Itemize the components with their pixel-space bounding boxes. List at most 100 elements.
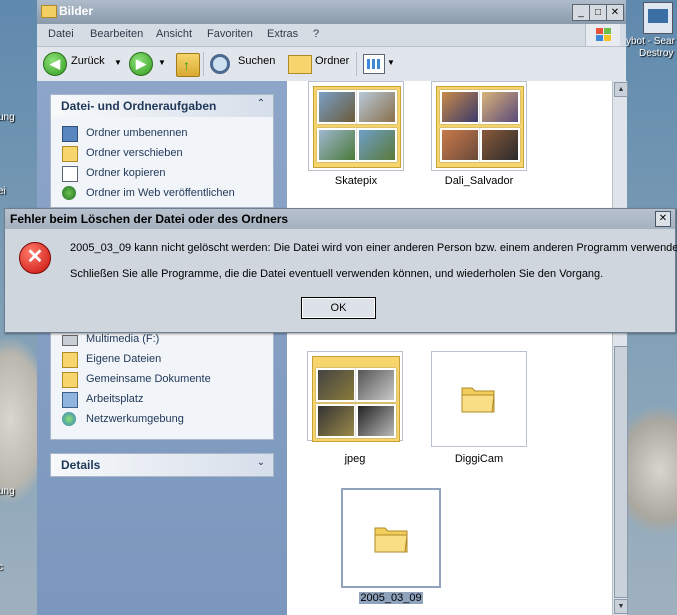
desktop-label-fragment[interactable]: ung	[0, 486, 15, 497]
maximize-button[interactable]: □	[589, 4, 607, 21]
dialog-title-bar[interactable]: Fehler beim Löschen der Datei oder des O…	[5, 209, 675, 229]
menu-bar: Datei Bearbeiten Ansicht Favoriten Extra…	[37, 24, 626, 47]
folders-icon[interactable]	[288, 55, 312, 74]
search-button[interactable]: Suchen	[238, 55, 275, 67]
desktop-label-fragment[interactable]: ei	[0, 186, 6, 197]
desktop-icon-label[interactable]: ybot - Sear	[626, 36, 675, 47]
menu-favoriten[interactable]: Favoriten	[207, 28, 253, 40]
copy-folder-icon	[62, 166, 78, 182]
folder-thumbnail	[308, 81, 404, 171]
desktop-icon-label-line2[interactable]: Destroy	[639, 48, 673, 59]
thumbnail-photo	[357, 128, 397, 162]
computer-icon	[62, 392, 78, 408]
folder-skatepix[interactable]: Skatepix	[308, 81, 404, 189]
toolbar: ◀ Zurück ▼ ▶ ▼ ↑ Suchen Ordner ▼	[37, 47, 626, 82]
drive-icon	[62, 335, 78, 346]
dialog-message-line1: 2005_03_09 kann nicht gelöscht werden: D…	[70, 242, 677, 254]
details-header[interactable]: Details ⌄	[50, 453, 274, 477]
thumbnail-photo	[356, 368, 396, 402]
thumbnail-photo	[317, 90, 357, 124]
folder-jpeg[interactable]: jpeg	[307, 351, 403, 467]
scrollbar-thumb[interactable]	[614, 346, 628, 598]
folder-thumbnail	[431, 351, 527, 447]
folder-thumbnail	[307, 351, 403, 442]
folder-2005-03-09[interactable]: 2005_03_09	[341, 488, 441, 608]
error-dialog: Fehler beim Löschen der Datei oder des O…	[4, 208, 677, 333]
thumbnail-photo	[316, 368, 356, 402]
forward-dropdown-icon[interactable]: ▼	[158, 58, 166, 67]
task-label: Ordner kopieren	[86, 167, 166, 179]
thumbnail-photo	[317, 128, 357, 162]
windows-logo-icon	[585, 24, 620, 46]
menu-extras[interactable]: Extras	[267, 28, 298, 40]
globe-icon	[62, 186, 76, 200]
details-title: Details	[61, 458, 101, 472]
task-label: Ordner verschieben	[86, 147, 183, 159]
folders-button[interactable]: Ordner	[315, 55, 349, 67]
title-bar[interactable]: Bilder _ □ ✕	[37, 0, 626, 24]
dialog-message-line2: Schließen Sie alle Programme, die die Da…	[70, 268, 604, 280]
folder-content-area: Skatepix Dali_Salvador jpeg DiggiCam 200…	[287, 81, 612, 615]
close-button[interactable]: ✕	[606, 4, 624, 21]
dialog-close-button[interactable]: ✕	[655, 211, 671, 227]
search-icon[interactable]	[210, 54, 230, 74]
menu-ansicht[interactable]: Ansicht	[156, 28, 192, 40]
error-icon: ✕	[19, 242, 51, 274]
thumbnail-photo	[480, 128, 520, 162]
window-title: Bilder	[59, 4, 94, 18]
ok-button[interactable]: OK	[301, 297, 376, 319]
rename-icon	[62, 126, 78, 142]
folder-up-icon[interactable]: ↑	[176, 53, 200, 77]
menu-datei[interactable]: Datei	[48, 28, 74, 40]
folder-dali-salvador[interactable]: Dali_Salvador	[431, 81, 527, 189]
thumbnail-photo	[440, 90, 480, 124]
dialog-title: Fehler beim Löschen der Datei oder des O…	[10, 212, 289, 226]
folder-name: DiggiCam	[454, 453, 504, 465]
move-folder-icon	[62, 146, 78, 162]
toolbar-separator	[203, 52, 204, 76]
desktop-label-fragment[interactable]: c	[0, 562, 3, 573]
menu-help[interactable]: ?	[313, 28, 319, 40]
file-folder-tasks-header[interactable]: Datei- und Ordneraufgaben ⌃	[50, 94, 274, 118]
other-places-body: Multimedia (F:) Eigene Dateien Gemeinsam…	[50, 321, 274, 440]
views-icon[interactable]	[363, 54, 385, 74]
folder-diggicam[interactable]: DiggiCam	[431, 351, 527, 467]
desktop-label-fragment[interactable]: ung	[0, 112, 15, 123]
collapse-chevron-icon[interactable]: ⌃	[255, 98, 267, 110]
folder-name: jpeg	[344, 453, 366, 465]
shared-documents-icon	[62, 372, 78, 388]
folder-icon	[374, 527, 408, 553]
task-label: Ordner im Web veröffentlichen	[86, 187, 235, 199]
scroll-up-arrow-icon[interactable]: ▲	[614, 82, 628, 97]
thumbnail-photo	[356, 404, 396, 438]
thumbnail-photo	[440, 128, 480, 162]
views-dropdown-icon[interactable]: ▼	[387, 58, 395, 67]
place-label: Gemeinsame Dokumente	[86, 373, 211, 385]
back-dropdown-icon[interactable]: ▼	[114, 58, 122, 67]
folder-icon	[461, 387, 495, 413]
vertical-scrollbar[interactable]: ▲ ▼	[612, 81, 628, 615]
folder-name: 2005_03_09	[359, 592, 423, 604]
folder-name: Skatepix	[334, 175, 378, 187]
expand-chevron-icon[interactable]: ⌄	[255, 457, 267, 469]
back-button[interactable]: Zurück	[71, 55, 105, 67]
folder-thumbnail	[431, 81, 527, 171]
back-arrow-icon[interactable]: ◀	[43, 52, 67, 76]
thumbnail-photo	[480, 90, 520, 124]
scroll-down-arrow-icon[interactable]: ▼	[614, 599, 628, 614]
file-folder-tasks-body: Ordner umbenennen Ordner verschieben Ord…	[50, 117, 274, 208]
desktop-app-icon[interactable]	[643, 2, 673, 34]
thumbnail-photo	[357, 90, 397, 124]
tasks-title: Datei- und Ordneraufgaben	[61, 99, 217, 113]
monitor-icon	[648, 9, 668, 23]
place-label: Multimedia (F:)	[86, 333, 160, 345]
folder-name: Dali_Salvador	[444, 175, 514, 187]
place-label: Arbeitsplatz	[86, 393, 144, 405]
task-label: Ordner umbenennen	[86, 127, 188, 139]
menu-bearbeiten[interactable]: Bearbeiten	[90, 28, 143, 40]
toolbar-separator	[356, 52, 357, 76]
place-label: Eigene Dateien	[86, 353, 162, 365]
place-label: Netzwerkumgebung	[86, 413, 184, 425]
forward-arrow-icon[interactable]: ▶	[129, 52, 153, 76]
minimize-button[interactable]: _	[572, 4, 590, 21]
